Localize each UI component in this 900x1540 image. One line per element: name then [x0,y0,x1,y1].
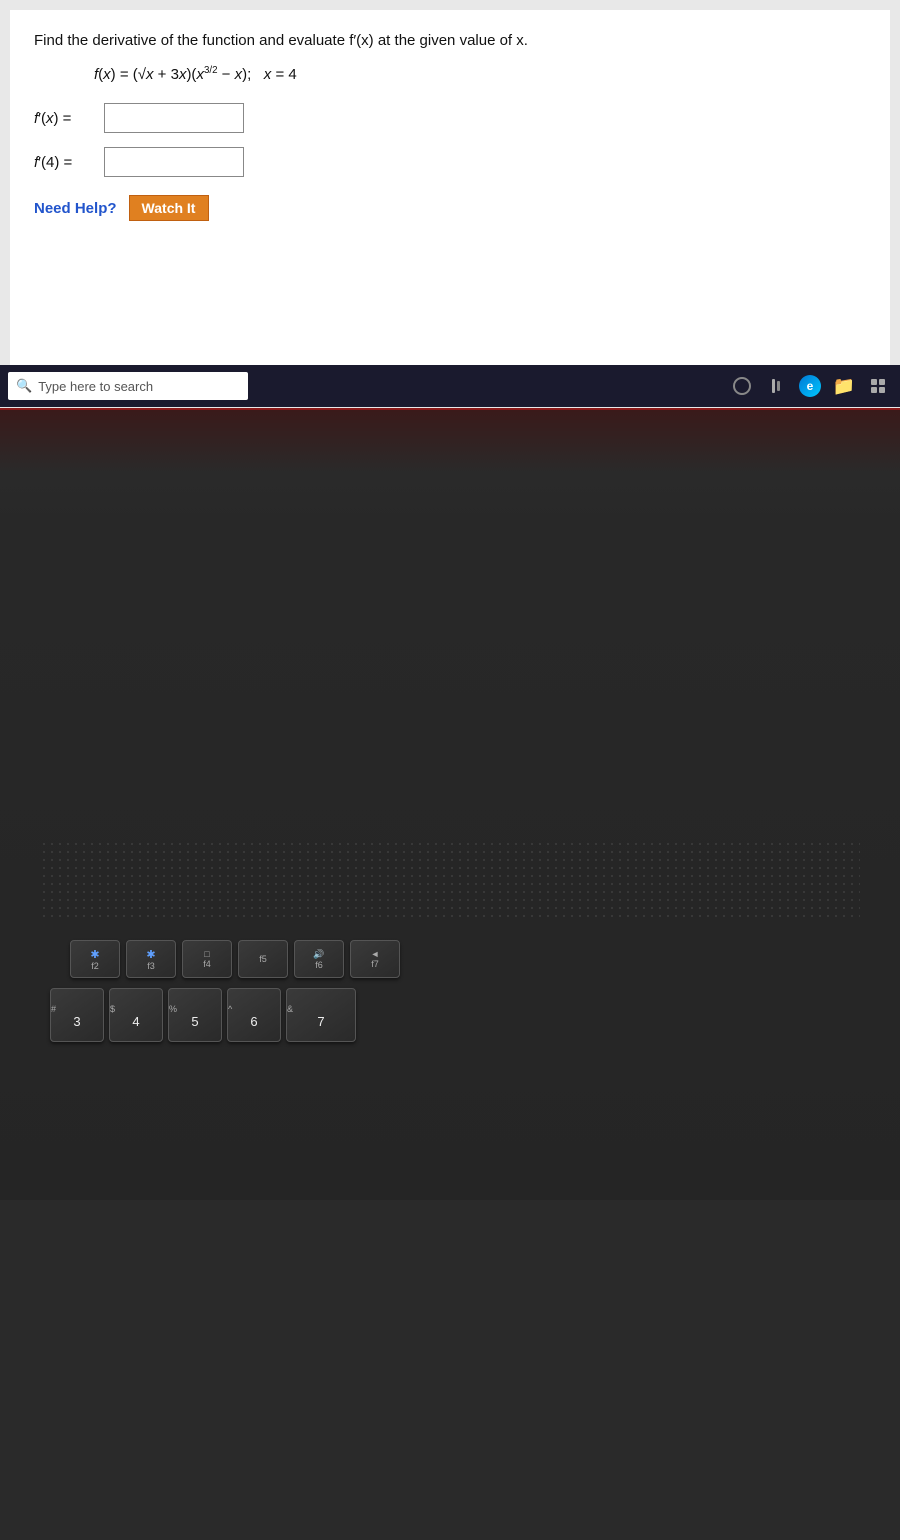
f4-icon: □ [204,949,209,959]
key-3-shift: # [51,1004,56,1014]
problem-statement: Find the derivative of the function and … [34,30,866,51]
watch-it-button[interactable]: Watch It [129,195,209,221]
fprime-row: f′(x) = [34,103,866,133]
f3-icon: ✱ [146,948,155,961]
key-4[interactable]: $ 4 [109,988,163,1042]
key-f3[interactable]: ✱ f3 [126,940,176,978]
key-7[interactable]: & 7 [286,988,356,1042]
f7-label: f7 [371,959,379,969]
key-6[interactable]: ^ 6 [227,988,281,1042]
key-7-main: 7 [317,1014,324,1029]
key-7-shift: & [287,1004,293,1014]
cortana-button[interactable] [728,372,756,400]
key-4-main: 4 [132,1014,139,1029]
key-f5[interactable]: f5 [238,940,288,978]
cortana-icon [733,377,751,395]
edge-icon: e [799,375,821,397]
key-3[interactable]: # 3 [50,988,104,1042]
folder-icon: 📁 [833,376,855,397]
fprime4-label: f′(4) = [34,154,104,171]
laptop-body: ✱ f2 ✱ f3 □ f4 f5 🔊 f6 ◄ f7 [0,410,900,1200]
f6-label: f6 [315,960,323,970]
edge-browser-button[interactable]: e [796,372,824,400]
f2-label: f2 [91,961,99,971]
task-view-icon [772,379,780,393]
f6-icon: 🔊 [313,949,324,960]
content-area: Find the derivative of the function and … [10,10,890,365]
fprime-label: f′(x) = [34,110,104,127]
f4-label: f4 [203,959,211,969]
key-6-shift: ^ [228,1004,232,1014]
task-view-button[interactable] [762,372,790,400]
fn-key-row: ✱ f2 ✱ f3 □ f4 f5 🔊 f6 ◄ f7 [50,940,850,978]
key-f7[interactable]: ◄ f7 [350,940,400,978]
apps-grid-button[interactable] [864,372,892,400]
taskbar-search-bar[interactable]: 🔍 Type here to search [8,372,248,400]
fprime-input[interactable] [104,103,244,133]
need-help-label: Need Help? [34,200,117,217]
key-5[interactable]: % 5 [168,988,222,1042]
help-row: Need Help? Watch It [34,195,866,221]
key-3-main: 3 [73,1014,80,1029]
key-4-shift: $ [110,1004,115,1014]
taskbar: 🔍 Type here to search e 📁 [0,365,900,407]
grid-icon [871,379,885,393]
f5-label: f5 [259,954,267,964]
f3-label: f3 [147,961,155,971]
keyboard-area: ✱ f2 ✱ f3 □ f4 f5 🔊 f6 ◄ f7 [50,940,850,1540]
key-5-shift: % [169,1004,177,1014]
key-5-main: 5 [191,1014,198,1029]
speaker-grill [40,840,860,920]
number-key-row: # 3 $ 4 % 5 ^ 6 & 7 [50,988,850,1042]
search-icon: 🔍 [16,378,32,394]
key-6-main: 6 [250,1014,257,1029]
search-placeholder-text: Type here to search [38,379,153,394]
fprime4-input[interactable] [104,147,244,177]
file-explorer-button[interactable]: 📁 [830,372,858,400]
f7-icon: ◄ [371,949,380,959]
fprime4-row: f′(4) = [34,147,866,177]
key-f2[interactable]: ✱ f2 [70,940,120,978]
key-f6[interactable]: 🔊 f6 [294,940,344,978]
formula-display: f(x) = (√x + 3x)(x3/2 − x); x = 4 [94,65,866,83]
key-f4[interactable]: □ f4 [182,940,232,978]
f2-icon: ✱ [90,948,99,961]
